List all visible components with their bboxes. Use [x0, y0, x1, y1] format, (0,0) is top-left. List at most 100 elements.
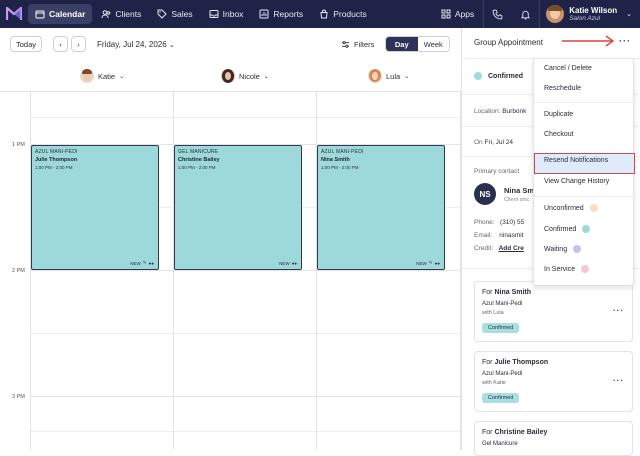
appointment-client: Julie Thompson: [35, 157, 78, 163]
appointment-time: 1:00 PM - 2:00 PM: [35, 165, 73, 170]
phone-value: (310) 55: [500, 219, 525, 226]
menu-item-confirmed[interactable]: Confirmed: [544, 225, 591, 233]
phone-label: Phone:: [474, 219, 495, 226]
menu-item-cancel[interactable]: Cancel / Delete: [544, 65, 592, 72]
staff-avatar: [221, 69, 235, 83]
chevron-down-icon: ⌄: [168, 42, 175, 49]
status-dot: [582, 225, 591, 233]
staff-header-nicole[interactable]: Nicole ⌄: [221, 66, 269, 86]
guest-card[interactable]: For Nina Smith Azul Mani-Pedi with Lula …: [474, 281, 633, 342]
add-credit-link[interactable]: Add Cre: [499, 245, 524, 252]
nav-sales-label: Sales: [171, 9, 193, 19]
date-picker[interactable]: Friday, Jul 24, 2026 ⌄: [97, 40, 175, 49]
chevron-down-icon: ⌄: [626, 11, 632, 18]
email-value: ninasmit: [499, 232, 524, 239]
contact-since: Client sinc: [504, 197, 530, 203]
view-week-button[interactable]: Week: [418, 37, 450, 51]
nav-apps[interactable]: Apps: [434, 4, 481, 24]
time-label: 2 PM: [12, 268, 25, 274]
time-label: 1 PM: [12, 142, 25, 148]
staff-header-lula[interactable]: Lula ⌄: [368, 66, 409, 86]
nav-calendar[interactable]: Calendar: [28, 4, 93, 24]
nav-products-label: Products: [333, 9, 367, 19]
staff-name: Nicole: [239, 71, 260, 81]
next-day-button[interactable]: ›: [71, 36, 86, 52]
group-icon: ●●: [434, 260, 440, 266]
bag-icon: [320, 9, 328, 19]
guest-staff: with Katie: [482, 380, 506, 386]
nav-products[interactable]: Products: [312, 4, 374, 24]
phone-row: Phone: (310) 55: [474, 219, 524, 226]
contact-avatar: NS: [474, 183, 496, 205]
tag-icon: [157, 9, 168, 19]
notifications-button[interactable]: [511, 0, 539, 28]
appointment-block[interactable]: AZUL MANI-PEDI Julie Thompson 1:00 PM - …: [31, 145, 159, 270]
view-day-button[interactable]: Day: [386, 37, 418, 51]
credit-label: Credit:: [474, 245, 494, 252]
pencil-icon: ✎: [428, 260, 433, 265]
nav-reports[interactable]: Reports: [252, 4, 310, 24]
appointment-block[interactable]: GEL MANICURE Christine Bailey 1:00 PM - …: [174, 145, 302, 270]
chevron-down-icon: ⌄: [119, 73, 125, 80]
guest-name: For Nina Smith: [482, 289, 532, 296]
appointment-tags: NEW ●●: [279, 261, 297, 266]
status-dot: [581, 265, 590, 273]
guest-card[interactable]: For Christine Bailey Gel Manicure: [474, 421, 633, 456]
nav-inbox[interactable]: Inbox: [202, 4, 251, 24]
more-options-icon[interactable]: ···: [613, 376, 624, 385]
appointment-client: Christine Bailey: [178, 157, 220, 163]
chevron-left-icon: ‹: [59, 39, 62, 49]
chevron-down-icon: ⌄: [404, 73, 410, 80]
staff-header-katie[interactable]: Katie ⌄: [80, 66, 124, 86]
menu-item-view-change-history[interactable]: View Change History: [544, 178, 609, 185]
nav-sales[interactable]: Sales: [150, 4, 199, 24]
pencil-icon: ✎: [142, 260, 147, 265]
contact-name[interactable]: Nina Sm: [504, 186, 534, 195]
menu-item-waiting[interactable]: Waiting: [544, 245, 582, 253]
inbox-icon: [209, 10, 219, 18]
phone-button[interactable]: [483, 0, 511, 28]
nav-clients[interactable]: Clients: [94, 4, 148, 24]
status-label: Confirmed: [488, 72, 523, 80]
today-button[interactable]: Today: [10, 36, 42, 52]
credit-row: Credit: Add Cre: [474, 245, 524, 252]
appointment-block[interactable]: AZUL MANI-PEDI Nina Smith 1:00 PM - 2:00…: [317, 145, 445, 270]
view-toggle: Day Week: [385, 36, 450, 52]
appointment-service: GEL MANICURE: [178, 149, 219, 155]
chevron-down-icon: ⌄: [263, 73, 269, 80]
chevron-right-icon: ›: [77, 39, 80, 49]
menu-item-checkout[interactable]: Checkout: [544, 131, 574, 138]
appointment-tags: NEW ✎ ●●: [130, 260, 154, 266]
user-menu[interactable]: Katie Wilson Salon Azul ⌄: [539, 0, 640, 28]
staff-avatar: [368, 69, 382, 83]
filters-label: Filters: [354, 40, 375, 49]
new-tag: NEW: [130, 260, 141, 266]
panel-more-icon[interactable]: ···: [619, 36, 631, 46]
on-label: On: [474, 139, 483, 146]
appointment-tags: NEW ✎ ●●: [416, 260, 440, 266]
appointment-service: AZUL MANI-PEDI: [321, 149, 364, 155]
panel-title: Group Appointment: [474, 38, 543, 47]
menu-item-unconfirmed[interactable]: Unconfirmed: [544, 204, 598, 212]
filter-icon: [341, 41, 350, 48]
brand-logo[interactable]: [0, 0, 28, 28]
location-value: Burbonk: [502, 108, 527, 115]
status-badge: Confirmed: [482, 393, 520, 403]
annotation-arrow: [562, 35, 615, 47]
more-options-icon[interactable]: ···: [613, 306, 624, 315]
nav-calendar-label: Calendar: [49, 9, 86, 19]
menu-item-in-service[interactable]: In Service: [544, 265, 590, 273]
date-row: On Fri, Jul 24: [474, 139, 513, 146]
guest-name: For Christine Bailey: [482, 429, 548, 436]
menu-item-reschedule[interactable]: Reschedule: [544, 85, 581, 92]
guest-service: Azul Mani-Pedi: [482, 371, 523, 377]
calendar-grid[interactable]: 1 PM 2 PM 3 PM AZUL MANI-PEDI Julie Thom…: [0, 91, 461, 450]
prev-day-button[interactable]: ‹: [53, 36, 68, 52]
filters-button[interactable]: Filters: [341, 40, 374, 49]
new-tag: NEW: [279, 261, 290, 266]
menu-item-duplicate[interactable]: Duplicate: [544, 111, 573, 118]
menu-item-resend-notifications[interactable]: Resend Notifications: [544, 157, 608, 164]
status-indicator[interactable]: Confirmed: [474, 72, 523, 80]
staff-avatar: [80, 69, 94, 83]
guest-card[interactable]: For Julie Thompson Azul Mani-Pedi with K…: [474, 351, 633, 412]
